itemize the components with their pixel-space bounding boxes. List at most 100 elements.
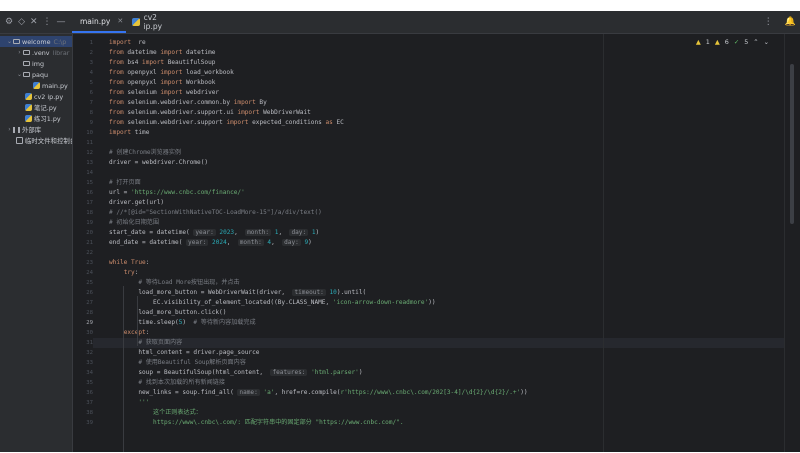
line-number[interactable]: 32 (73, 348, 93, 358)
line-number[interactable]: 31 (73, 338, 93, 348)
line-number[interactable]: 33 (73, 358, 93, 368)
line-number[interactable]: 1 (73, 38, 93, 48)
line-number[interactable]: 10 (73, 128, 93, 138)
tree-item-img[interactable]: img (0, 58, 44, 69)
line-number[interactable]: 37 (73, 398, 93, 408)
code-line[interactable]: import time (109, 128, 149, 138)
line-number[interactable]: 18 (73, 208, 93, 218)
chevron-right-icon[interactable]: › (16, 49, 23, 56)
code-line[interactable]: # 使用Beautiful Soup解析页面内容 (109, 358, 245, 368)
line-number[interactable]: 35 (73, 378, 93, 388)
settings-icon[interactable]: ⚙ (5, 17, 13, 27)
code-line[interactable]: # 创建Chrome浏览器实例 (109, 148, 181, 158)
tree-item-welcome[interactable]: ⌄ welcome C:\p (0, 36, 72, 47)
code-line[interactable]: # 打开页面 (109, 178, 141, 188)
code-line[interactable]: from openpyxl import load_workbook (109, 68, 234, 78)
chevron-right-icon[interactable]: › (6, 126, 13, 133)
more-icon[interactable]: ⋮ (43, 17, 52, 27)
line-number[interactable]: 19 (73, 218, 93, 228)
code-line[interactable]: https://www\.cnbc\.com/: 匹配字符串中的固定部分 "ht… (109, 418, 403, 428)
tree-item-external-libraries[interactable]: › 外部库 (0, 124, 41, 135)
line-number[interactable]: 11 (73, 138, 93, 148)
line-number[interactable]: 4 (73, 68, 93, 78)
line-number[interactable]: 38 (73, 408, 93, 418)
expand-icon[interactable]: ◇ (18, 17, 25, 27)
line-number[interactable]: 26 (73, 288, 93, 298)
line-number[interactable]: 13 (73, 158, 93, 168)
code-line[interactable]: driver.get(url) (109, 198, 164, 208)
code-line[interactable]: new_links = soup.find_all( name: 'a', hr… (109, 388, 528, 398)
tree-item-main-py[interactable]: main.py (0, 80, 68, 91)
code-line[interactable]: # 等待Load More按钮出现，并点击 (109, 278, 239, 288)
line-number[interactable]: 24 (73, 268, 93, 278)
line-number[interactable]: 3 (73, 58, 93, 68)
code-line[interactable]: url = 'https://www.cnbc.com/finance/' (109, 188, 245, 198)
code-line[interactable]: from selenium.webdriver.support import e… (109, 118, 344, 128)
line-number[interactable]: 2 (73, 48, 93, 58)
inspection-widget[interactable]: ▲ 1 ▲ 6 ✓ 5 ⌃ ⌄ (696, 38, 769, 46)
line-number[interactable]: 28 (73, 308, 93, 318)
line-number[interactable]: 25 (73, 278, 93, 288)
tab-cv2-ip-py[interactable]: cv2 ip.py (128, 11, 180, 33)
code-line[interactable]: while True: (109, 258, 149, 268)
code-line[interactable]: # 获取页面内容 (109, 338, 182, 348)
code-line[interactable]: import re (109, 38, 146, 48)
chevron-down-icon[interactable]: ⌄ (764, 38, 769, 46)
code-line[interactable]: from datetime import datetime (109, 48, 215, 58)
line-number[interactable]: 8 (73, 108, 93, 118)
scrollbar-thumb[interactable] (790, 64, 794, 224)
line-number[interactable]: 30 (73, 328, 93, 338)
line-number[interactable]: 15 (73, 178, 93, 188)
collapse-icon[interactable]: ✕ (30, 17, 38, 27)
code-line[interactable]: EC.visibility_of_element_located((By.CLA… (109, 298, 436, 308)
line-number[interactable]: 36 (73, 388, 93, 398)
code-line[interactable]: except: (109, 328, 150, 338)
line-number[interactable]: 12 (73, 148, 93, 158)
more-vertical-icon[interactable]: ⋮ (764, 17, 773, 27)
code-line[interactable]: # 找到本次加载的所有新闻链接 (109, 378, 225, 388)
code-line[interactable]: soup = BeautifulSoup(html_content, featu… (109, 368, 363, 378)
code-line[interactable]: from selenium.webdriver.common.by import… (109, 98, 267, 108)
tab-main-py[interactable]: main.py ✕ (72, 11, 126, 33)
code-line[interactable]: from bs4 import BeautifulSoup (109, 58, 215, 68)
tree-item-cv2-ip-py[interactable]: cv2 ip.py (0, 91, 63, 102)
line-number[interactable]: 20 (73, 228, 93, 238)
tree-item-venv[interactable]: › .venv librar (0, 47, 69, 58)
code-line[interactable]: html_content = driver.page_source (109, 348, 259, 358)
code-line[interactable]: # 初始化日期范围 (109, 218, 159, 228)
code-line[interactable]: load_more_button.click() (109, 308, 226, 318)
chevron-up-icon[interactable]: ⌃ (753, 38, 758, 46)
code-line[interactable]: start_date = datetime( year: 2023, month… (109, 228, 319, 238)
line-number[interactable]: 22 (73, 248, 93, 258)
tree-item-notes-py[interactable]: 笔记.py (0, 102, 57, 113)
line-number[interactable]: 34 (73, 368, 93, 378)
code-line[interactable]: from selenium import webdriver (109, 88, 219, 98)
line-number[interactable]: 5 (73, 78, 93, 88)
line-number[interactable]: 23 (73, 258, 93, 268)
code-line[interactable]: try: (109, 268, 139, 278)
code-line[interactable]: driver = webdriver.Chrome() (109, 158, 208, 168)
code-line[interactable]: time.sleep(5) # 等待新内容加载完成 (109, 318, 255, 328)
code-line[interactable]: from openpyxl import Workbook (109, 78, 215, 88)
notifications-icon[interactable]: 🔔 (785, 17, 796, 27)
line-number[interactable]: 39 (73, 418, 93, 428)
close-icon[interactable]: ✕ (117, 17, 123, 25)
line-number[interactable]: 14 (73, 168, 93, 178)
tree-item-paqu[interactable]: ⌄ paqu (0, 69, 48, 80)
line-number[interactable]: 29 (73, 318, 93, 328)
code-line[interactable]: # //*[@id="SectionWithNativeTOC-LoadMore… (109, 208, 322, 218)
minimize-icon[interactable]: — (57, 17, 66, 27)
line-number[interactable]: 17 (73, 198, 93, 208)
vertical-scrollbar[interactable] (784, 34, 800, 452)
code-line[interactable]: end_date = datetime( year: 2024, month: … (109, 238, 312, 248)
code-line[interactable]: load_more_button = WebDriverWait(driver,… (109, 288, 366, 298)
line-number[interactable]: 6 (73, 88, 93, 98)
tree-item-practice-py[interactable]: 练习1.py (0, 113, 61, 124)
line-number[interactable]: 9 (73, 118, 93, 128)
line-number[interactable]: 16 (73, 188, 93, 198)
line-number[interactable]: 7 (73, 98, 93, 108)
chevron-down-icon[interactable]: ⌄ (16, 71, 23, 78)
tree-item-scratches[interactable]: 临时文件和控制台 (0, 135, 72, 146)
line-number[interactable]: 27 (73, 298, 93, 308)
chevron-down-icon[interactable]: ⌄ (6, 38, 13, 45)
